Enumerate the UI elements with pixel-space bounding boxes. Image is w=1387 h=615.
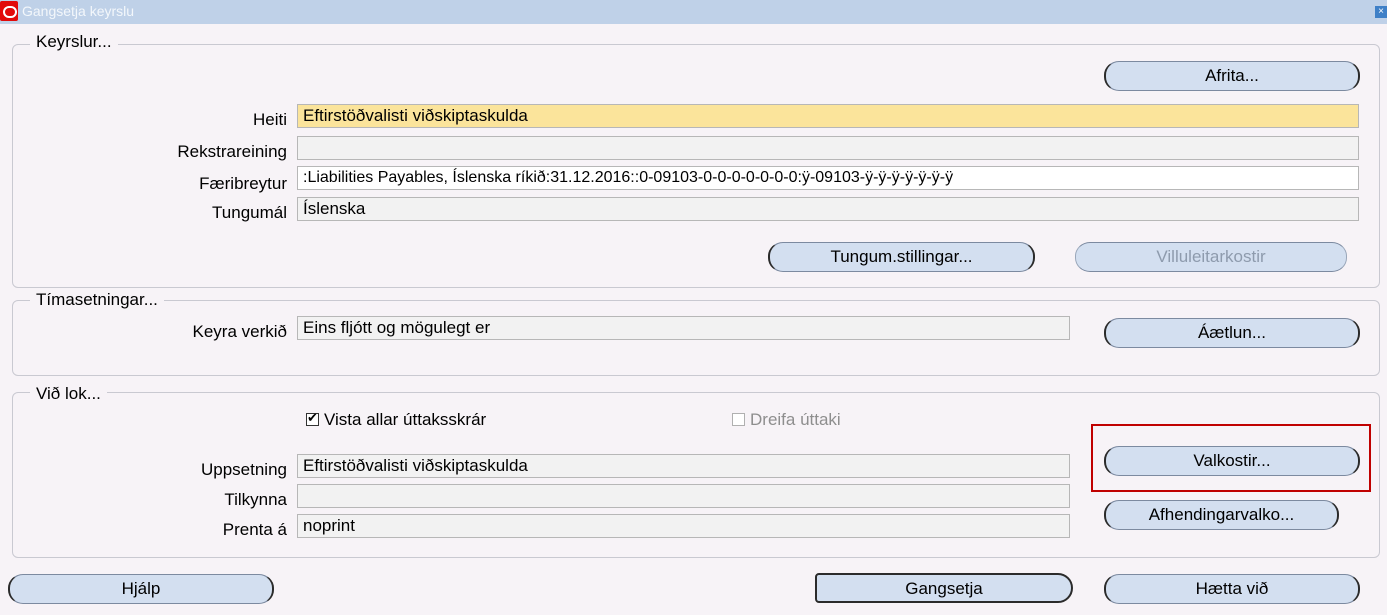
rekstrareining-label: Rekstrareining <box>177 142 287 161</box>
keyrslur-legend: Keyrslur... <box>30 32 118 52</box>
vid-lok-legend: Við lok... <box>30 384 107 404</box>
window-title: Gangsetja keyrslu <box>22 3 135 19</box>
prenta-label: Prenta á <box>222 520 287 539</box>
debug-options-button: Villuleitarkostir <box>1075 242 1347 272</box>
rekstrareining-field[interactable] <box>297 136 1359 160</box>
faeribreytur-label: Færibreytur <box>199 174 287 193</box>
distribute-output-label: Dreifa úttaki <box>750 410 841 429</box>
language-field[interactable]: Íslenska <box>297 197 1359 221</box>
heiti-field[interactable]: Eftirstöðvalisti viðskiptaskulda <box>297 104 1359 128</box>
close-icon[interactable]: × <box>1375 6 1387 18</box>
save-all-output-checkbox[interactable] <box>306 410 319 426</box>
uppsetning-label: Uppsetning <box>200 460 287 479</box>
parameters-field[interactable]: :Liabilities Payables, Íslenska ríkið:31… <box>297 166 1359 190</box>
run-schedule-field[interactable]: Eins fljótt og mögulegt er <box>297 316 1070 340</box>
save-all-output-label: Vista allar úttaksskrár <box>324 410 487 429</box>
layout-field[interactable]: Eftirstöðvalisti viðskiptaskulda <box>297 454 1070 478</box>
highlight-box <box>1091 424 1371 492</box>
tilkynna-label: Tilkynna <box>224 490 287 509</box>
timasetningar-legend: Tímasetningar... <box>30 290 164 310</box>
tungumal-label: Tungumál <box>212 203 287 222</box>
title-bar: Gangsetja keyrslu × <box>0 0 1387 24</box>
submit-button[interactable]: Gangsetja <box>815 573 1073 603</box>
schedule-button[interactable]: Áætlun... <box>1104 318 1360 348</box>
copy-button[interactable]: Afrita... <box>1104 61 1360 91</box>
oracle-logo-icon <box>0 1 18 21</box>
notify-field[interactable] <box>297 484 1070 508</box>
distribute-output-checkbox <box>732 413 745 426</box>
cancel-button[interactable]: Hætta við <box>1104 574 1360 604</box>
delivery-options-button[interactable]: Afhendingarvalko... <box>1104 500 1339 530</box>
language-settings-button[interactable]: Tungum.stillingar... <box>768 242 1035 272</box>
run-label: Keyra verkið <box>192 322 287 341</box>
heiti-label: Heiti <box>252 110 287 129</box>
help-button[interactable]: Hjálp <box>8 574 274 604</box>
print-to-field[interactable]: noprint <box>297 514 1070 538</box>
